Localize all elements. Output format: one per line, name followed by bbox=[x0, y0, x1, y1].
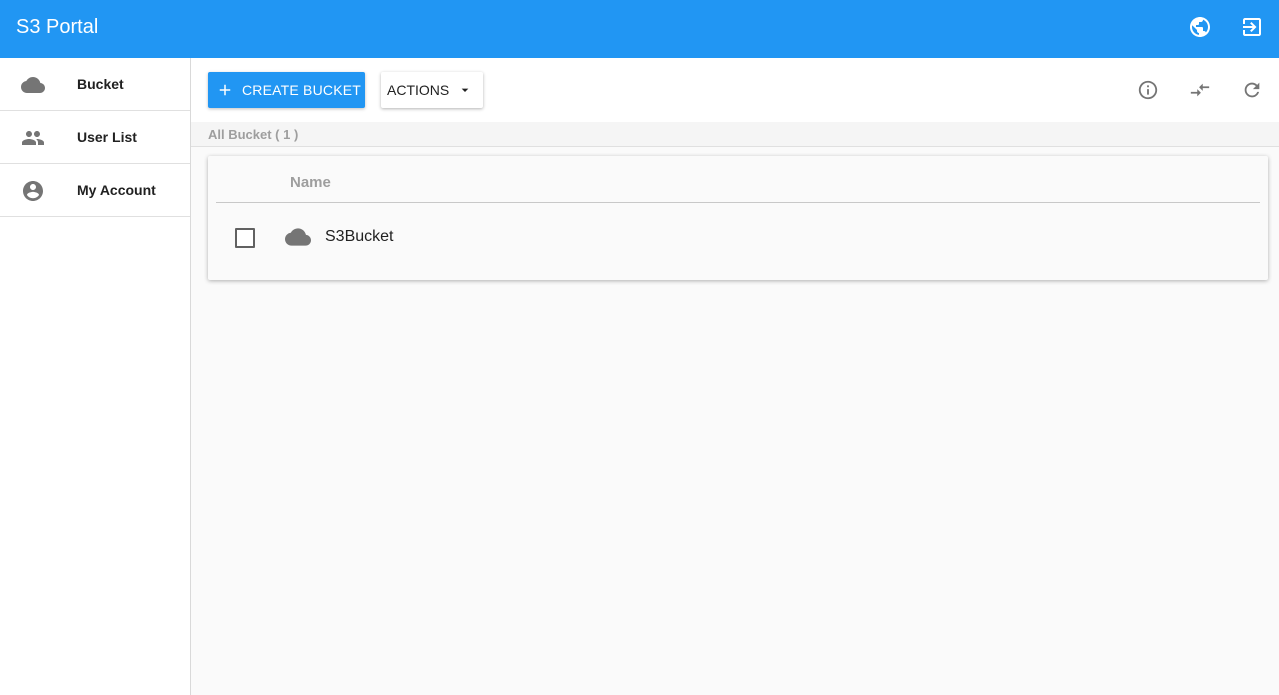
column-header-name[interactable]: Name bbox=[290, 174, 331, 191]
bucket-name-link[interactable]: S3Bucket bbox=[325, 228, 393, 246]
toolbar: CREATE BUCKET ACTIONS bbox=[191, 58, 1279, 122]
sidebar-item-label: My Account bbox=[77, 182, 156, 198]
create-bucket-label: CREATE BUCKET bbox=[242, 82, 362, 98]
sidebar-item-label: Bucket bbox=[77, 76, 124, 92]
actions-dropdown-button[interactable]: ACTIONS bbox=[381, 72, 483, 108]
app-root: S3 Portal Bucket User List My Account CR… bbox=[0, 0, 1279, 695]
sidebar-item-my-account[interactable]: My Account bbox=[0, 164, 190, 217]
row-checkbox[interactable] bbox=[235, 228, 255, 248]
table-row[interactable]: S3Bucket bbox=[208, 204, 1268, 272]
bucket-list-card: Name S3Bucket bbox=[208, 156, 1268, 280]
sidebar-item-user-list[interactable]: User List bbox=[0, 111, 190, 164]
sidebar: Bucket User List My Account bbox=[0, 58, 191, 695]
bucket-count-row: All Bucket ( 1 ) bbox=[191, 122, 1279, 147]
sidebar-item-bucket[interactable]: Bucket bbox=[0, 58, 190, 111]
sidebar-item-label: User List bbox=[77, 129, 137, 145]
app-title: S3 Portal bbox=[16, 16, 99, 38]
create-bucket-button[interactable]: CREATE BUCKET bbox=[208, 72, 365, 108]
table-header-row: Name bbox=[216, 156, 1260, 203]
account-circle-icon bbox=[20, 178, 46, 204]
cloud-icon bbox=[20, 72, 46, 98]
actions-label: ACTIONS bbox=[387, 82, 450, 98]
cloud-icon bbox=[285, 224, 311, 250]
caret-down-icon bbox=[457, 82, 473, 98]
main-content: CREATE BUCKET ACTIONS All Bucket ( 1 ) N… bbox=[191, 58, 1279, 695]
bucket-count-label: All Bucket ( 1 ) bbox=[208, 127, 299, 142]
logout-icon[interactable] bbox=[1239, 14, 1265, 40]
people-icon bbox=[20, 125, 46, 151]
plus-icon bbox=[208, 81, 242, 99]
refresh-icon[interactable] bbox=[1240, 78, 1264, 102]
globe-icon[interactable] bbox=[1187, 14, 1213, 40]
info-icon[interactable] bbox=[1136, 78, 1160, 102]
compare-arrows-icon[interactable] bbox=[1188, 78, 1212, 102]
top-app-bar: S3 Portal bbox=[0, 0, 1279, 58]
